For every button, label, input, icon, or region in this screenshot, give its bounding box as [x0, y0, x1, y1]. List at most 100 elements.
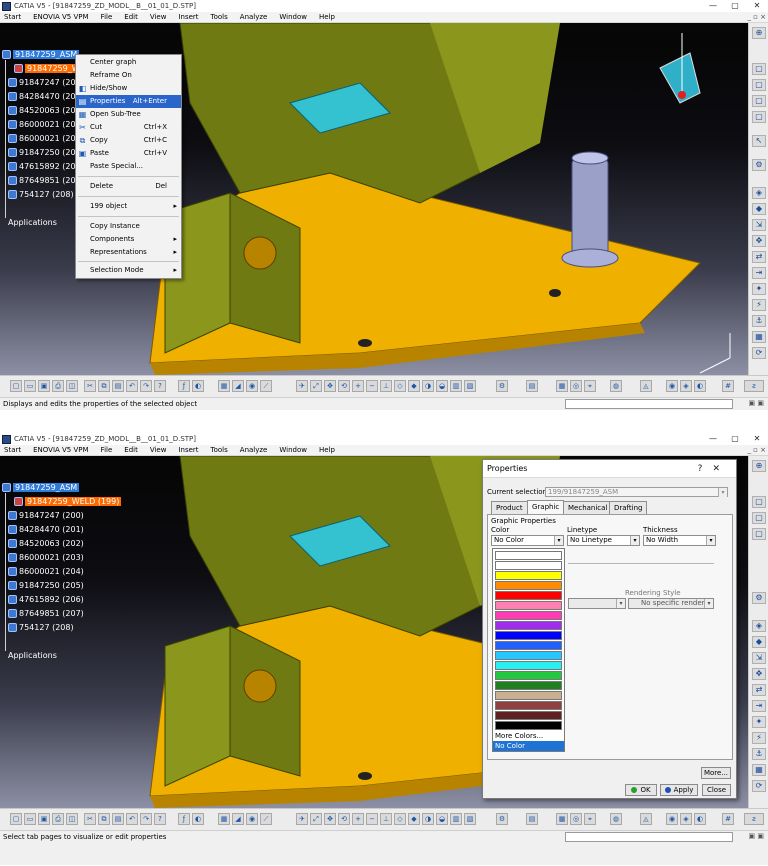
measure-tool-icon[interactable]: ▢ — [752, 528, 766, 540]
rotate-icon[interactable]: ⟲ — [338, 813, 350, 825]
color-swatch[interactable] — [495, 601, 562, 610]
update-tool-icon[interactable]: ⟳ — [752, 347, 766, 359]
tree-node[interactable]: 86000021 (204) — [8, 565, 84, 577]
print-icon[interactable]: ⎙ — [52, 380, 64, 392]
fit-all-icon[interactable]: ⤢ — [310, 380, 322, 392]
whats-this-icon[interactable]: ? — [154, 380, 166, 392]
color-swatch[interactable] — [495, 571, 562, 580]
menu-analyze[interactable]: Analyze — [240, 446, 268, 454]
component-tool-icon[interactable]: ◆ — [752, 636, 766, 648]
knowledge-icon[interactable]: ◐ — [192, 813, 204, 825]
menu-item-selection-mode[interactable]: Selection Mode ▸ — [76, 264, 181, 277]
zoom-out-icon[interactable]: − — [366, 380, 378, 392]
tree-node[interactable]: 84520063 (202) — [8, 537, 84, 549]
tab-graphic[interactable]: Graphic — [527, 500, 565, 514]
color-swatch[interactable] — [495, 581, 562, 590]
zoom-out-icon[interactable]: − — [366, 813, 378, 825]
no-color-option[interactable]: No Color — [493, 741, 564, 751]
more-colors-option[interactable]: More Colors... — [493, 731, 564, 741]
tree-node[interactable]: 47615892 (20 — [8, 160, 76, 172]
menu-help[interactable]: Help — [319, 13, 335, 21]
compare-icon[interactable]: ◐ — [694, 380, 706, 392]
mechanism-icon[interactable]: ⚙ — [496, 813, 508, 825]
bom-icon[interactable]: ▦ — [556, 380, 568, 392]
menu-item-center-graph[interactable]: Center graph — [76, 56, 181, 69]
color-swatch[interactable] — [495, 561, 562, 570]
menu-item-open-subtree[interactable]: ▦ Open Sub-Tree — [76, 108, 181, 121]
fit-all-icon[interactable]: ⤢ — [310, 813, 322, 825]
cut-icon[interactable]: ✂ — [84, 380, 96, 392]
tree-node[interactable]: 84520063 (20 — [8, 104, 76, 116]
menu-view[interactable]: View — [150, 13, 167, 21]
menu-file[interactable]: File — [101, 13, 113, 21]
design-table-icon[interactable]: ◉ — [246, 813, 258, 825]
menu-item-representations[interactable]: Representations ▸ — [76, 246, 181, 259]
tree-node[interactable]: 84284470 (20 — [8, 90, 76, 102]
zoom-in-icon[interactable]: + — [352, 813, 364, 825]
menu-start[interactable]: Start — [4, 13, 21, 21]
tree-node-selected[interactable]: 91847259_WELD (199) — [14, 495, 122, 507]
tree-node[interactable]: 86000021 (203) — [8, 551, 84, 563]
redo-icon[interactable]: ↷ — [140, 380, 152, 392]
close-dialog-button[interactable]: Close — [702, 784, 731, 796]
tab-product[interactable]: Product — [491, 501, 528, 514]
clash-icon[interactable]: ◬ — [640, 813, 652, 825]
cut-icon[interactable]: ✂ — [84, 813, 96, 825]
swap-visible-icon[interactable]: ◒ — [436, 813, 448, 825]
insert-tool-icon[interactable]: ⇲ — [752, 219, 766, 231]
open-file-icon[interactable]: ▭ — [24, 380, 36, 392]
knowledge-icon[interactable]: ◐ — [192, 380, 204, 392]
tree-node[interactable]: 91847247 (200) — [8, 509, 84, 521]
assembly-tool-icon[interactable]: ◈ — [752, 187, 766, 199]
layer-icon[interactable]: ▥ — [450, 380, 462, 392]
component-tool-icon[interactable]: ◆ — [752, 203, 766, 215]
table-tool-icon[interactable]: ▦ — [752, 764, 766, 776]
color-swatch[interactable] — [495, 591, 562, 600]
tree-applications[interactable]: Applications — [8, 216, 57, 228]
analysis-icon[interactable]: ◎ — [570, 813, 582, 825]
menu-item-copy[interactable]: ⧉ Copy Ctrl+C — [76, 134, 181, 147]
bom-icon[interactable]: ▦ — [556, 813, 568, 825]
open-file-icon[interactable]: ▭ — [24, 813, 36, 825]
tree-node[interactable]: 91847247 (20 — [8, 76, 76, 88]
print-icon[interactable]: ⎙ — [52, 813, 64, 825]
copy-icon[interactable]: ⧉ — [98, 380, 110, 392]
update-tool-icon[interactable]: ⟳ — [752, 780, 766, 792]
status-buttons[interactable]: ▣ ▣ — [749, 399, 764, 407]
select-tool-icon[interactable]: ▢ — [752, 496, 766, 508]
design-table-icon[interactable]: ◉ — [246, 380, 258, 392]
copy-icon[interactable]: ⧉ — [98, 813, 110, 825]
document-window-controls[interactable]: _ ▫ × — [747, 12, 766, 23]
formula-icon[interactable]: ƒ — [178, 813, 190, 825]
zoom-in-icon[interactable]: + — [352, 380, 364, 392]
tree-node[interactable]: 754127 (208) — [8, 188, 74, 200]
status-buttons[interactable]: ▣ ▣ — [749, 832, 764, 840]
clash-tool-icon[interactable]: ⚡ — [752, 299, 766, 311]
tree-applications[interactable]: Applications — [8, 649, 57, 661]
law-icon[interactable]: ⟋ — [260, 380, 272, 392]
layer-dropdown[interactable]: ▾ — [568, 598, 626, 609]
fix-tool-icon[interactable]: ⚓ — [752, 315, 766, 327]
color-swatch[interactable] — [495, 701, 562, 710]
close-button[interactable]: ✕ — [746, 0, 768, 12]
measure-icon[interactable]: ⌖ — [584, 813, 596, 825]
menu-item-delete[interactable]: Delete Del — [76, 180, 181, 193]
menu-item-paste-special[interactable]: Paste Special... — [76, 160, 181, 173]
undo-icon[interactable]: ↶ — [126, 380, 138, 392]
save-icon[interactable]: ▣ — [38, 380, 50, 392]
color-swatch[interactable] — [495, 721, 562, 730]
layer-icon[interactable]: ▥ — [450, 813, 462, 825]
normal-view-icon[interactable]: ⊥ — [380, 813, 392, 825]
menu-enovia[interactable]: ENOVIA V5 VPM — [33, 446, 88, 454]
move-tool-icon[interactable]: ✥ — [752, 235, 766, 247]
rendering-style-dropdown[interactable]: No specific renderin ▾ — [628, 598, 714, 609]
render-icon[interactable]: ▧ — [464, 380, 476, 392]
shading-icon[interactable]: ◆ — [408, 380, 420, 392]
paste-icon[interactable]: ▤ — [112, 813, 124, 825]
snap-move-tool-icon[interactable]: ⇥ — [752, 267, 766, 279]
fly-mode-icon[interactable]: ✈ — [296, 380, 308, 392]
law-icon[interactable]: ⟋ — [260, 813, 272, 825]
catalog-icon[interactable]: ▦ — [218, 380, 230, 392]
help-icon[interactable]: ? — [698, 464, 713, 474]
menu-item-cut[interactable]: ✂ Cut Ctrl+X — [76, 121, 181, 134]
